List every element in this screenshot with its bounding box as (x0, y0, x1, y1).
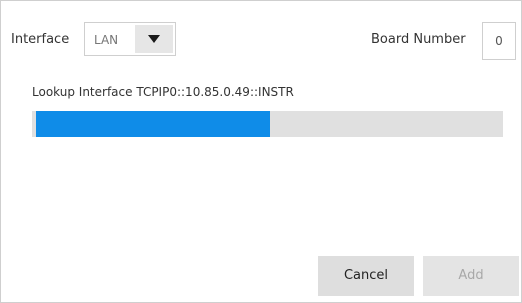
cancel-button[interactable]: Cancel (318, 256, 414, 296)
lookup-status-text: Lookup Interface TCPIP0::10.85.0.49::INS… (32, 85, 294, 99)
lookup-progress-bar (32, 111, 503, 137)
interface-select[interactable]: LAN (84, 22, 176, 56)
lookup-dialog: Interface LAN Board Number 0 Lookup Inte… (0, 0, 522, 303)
add-button[interactable]: Add (423, 256, 519, 296)
interface-selected-value: LAN (94, 33, 119, 47)
progress-fill (36, 111, 270, 137)
triangle-down-icon[interactable] (135, 25, 173, 53)
board-number-label: Board Number (371, 32, 466, 47)
board-number-field[interactable]: 0 (482, 22, 516, 60)
interface-label: Interface (11, 32, 70, 47)
